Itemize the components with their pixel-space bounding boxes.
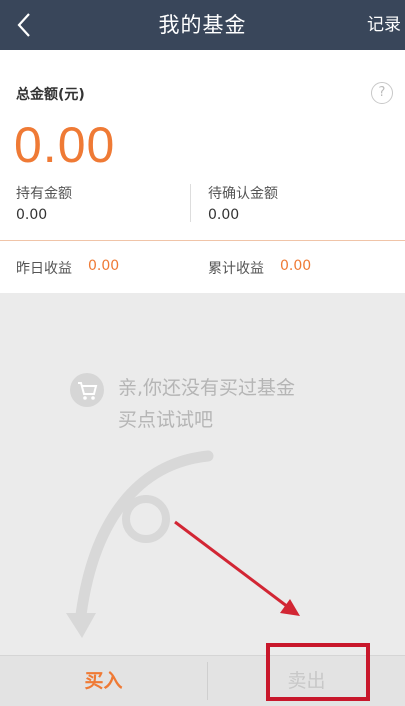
page-title: 我的基金 bbox=[158, 13, 247, 37]
holding-amount-label: 持有金额 bbox=[16, 186, 72, 202]
empty-state: 亲,你还没有买过基金 买点试试吧 bbox=[0, 293, 405, 655]
records-link[interactable]: 记录 bbox=[367, 0, 401, 50]
yesterday-income-label: 昨日收益 bbox=[16, 261, 72, 277]
holding-amount-value: 0.00 bbox=[16, 207, 48, 223]
summary-divider bbox=[190, 184, 191, 222]
total-amount-value: 0.00 bbox=[14, 117, 116, 173]
yesterday-income-value: 0.00 bbox=[88, 258, 120, 274]
total-amount-label: 总金额(元) bbox=[16, 87, 85, 103]
income-row: 昨日收益 0.00 累计收益 0.00 bbox=[0, 241, 405, 293]
annotation-arrow bbox=[174, 520, 289, 609]
buy-button[interactable]: 买入 bbox=[0, 656, 207, 706]
decorative-curve bbox=[66, 450, 300, 638]
annotation-highlight-box bbox=[266, 643, 370, 701]
empty-message-line2: 买点试试吧 bbox=[118, 409, 214, 431]
asset-summary-panel: 总金额(元) ? 0.00 持有金额 0.00 待确认金额 0.00 bbox=[0, 50, 405, 241]
cumulative-income-label: 累计收益 bbox=[208, 261, 264, 277]
help-icon[interactable]: ? bbox=[371, 82, 393, 104]
shopping-cart-icon bbox=[70, 373, 104, 407]
pending-amount-label: 待确认金额 bbox=[208, 186, 278, 202]
pending-amount-value: 0.00 bbox=[208, 207, 240, 223]
empty-message-line1: 亲,你还没有买过基金 bbox=[118, 377, 296, 399]
header-bar: 我的基金 记录 bbox=[0, 0, 405, 50]
cumulative-income-value: 0.00 bbox=[280, 258, 312, 274]
